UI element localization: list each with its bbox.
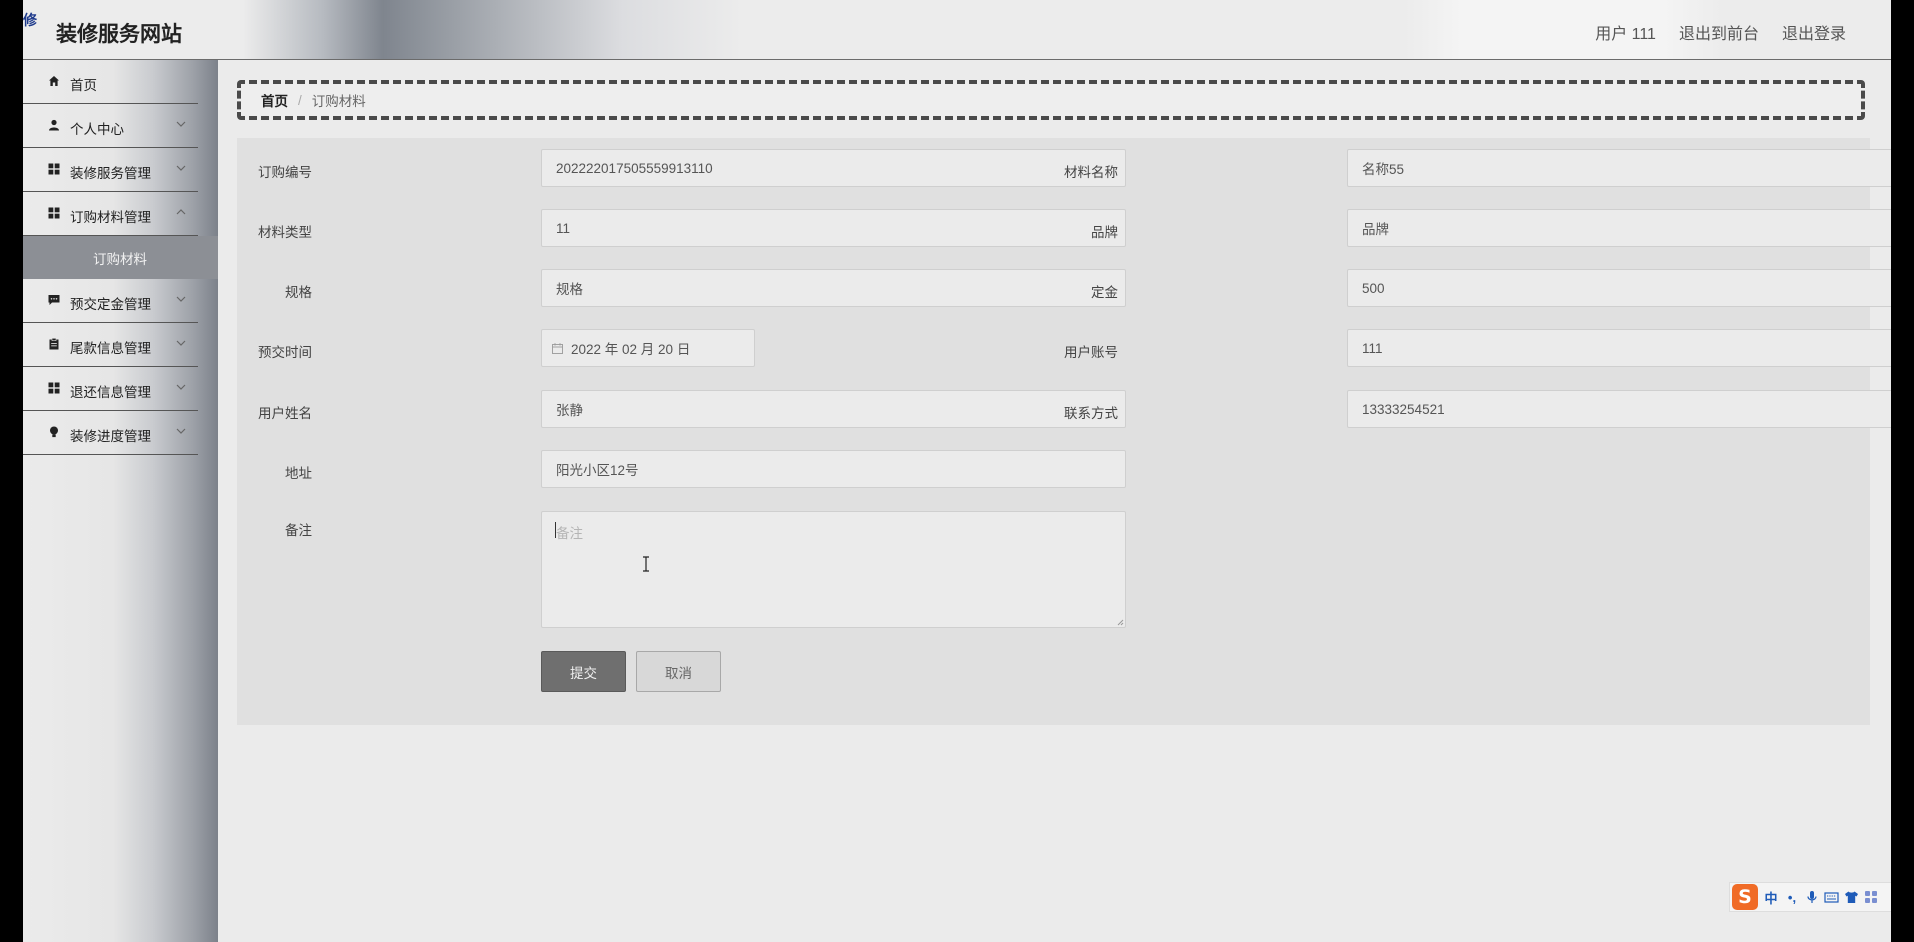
- keyboard-icon[interactable]: [1824, 890, 1839, 904]
- user-icon: [49, 119, 59, 131]
- ime-punctuation-toggle[interactable]: •,: [1784, 890, 1800, 905]
- deposit-label: 定金: [1091, 285, 1118, 300]
- address-label: 地址: [285, 466, 312, 481]
- sidebar-item-personal-center[interactable]: 个人中心: [23, 104, 198, 148]
- chevron-down-icon: [176, 428, 186, 434]
- sidebar-item-final-payment[interactable]: 尾款信息管理: [23, 323, 198, 367]
- text-cursor-icon: [643, 556, 649, 572]
- contact-label: 联系方式: [1064, 406, 1118, 421]
- home-icon: [49, 76, 59, 86]
- toolbox-grid-icon[interactable]: [1864, 890, 1878, 904]
- top-header: 智修 装修服务网站 用户 111 退出到前台 退出登录: [23, 0, 1891, 60]
- material-name-field[interactable]: 名称55: [1347, 149, 1891, 187]
- app-window: 智修 装修服务网站 用户 111 退出到前台 退出登录 首页 个人中心 装修服务…: [23, 0, 1891, 942]
- clipboard-icon: [49, 338, 59, 350]
- sidebar-item-label: 尾款信息管理: [70, 341, 151, 356]
- sidebar-item-material-order[interactable]: 订购材料管理: [23, 192, 198, 236]
- bulb-icon: [50, 426, 58, 438]
- breadcrumb-home-link[interactable]: 首页: [261, 90, 288, 110]
- sidebar-item-progress[interactable]: 装修进度管理: [23, 411, 198, 455]
- address-field[interactable]: 阳光小区12号: [541, 450, 1126, 488]
- order-no-label: 订购编号: [258, 165, 312, 180]
- cancel-button[interactable]: 取消: [636, 651, 721, 692]
- sidebar-menu: 首页 个人中心 装修服务管理 订购材料管理 订购材料 预交定金管理 尾款信息管理…: [23, 60, 218, 455]
- logout-link[interactable]: 退出登录: [1782, 20, 1846, 44]
- sidebar-item-label: 退还信息管理: [70, 385, 151, 400]
- chevron-down-icon: [176, 340, 186, 346]
- sidebar-item-label: 装修服务管理: [70, 166, 151, 181]
- grid-icon: [48, 207, 60, 219]
- remark-textarea[interactable]: 备注: [541, 511, 1126, 628]
- ime-mode-toggle[interactable]: 中: [1763, 888, 1779, 907]
- site-title: 装修服务网站: [56, 23, 182, 46]
- remark-label: 备注: [285, 523, 312, 538]
- grid-icon: [48, 382, 60, 394]
- material-type-label: 材料类型: [258, 225, 312, 240]
- screen-edge: [1891, 0, 1914, 942]
- skin-shirt-icon[interactable]: [1844, 890, 1859, 904]
- back-to-frontend-link[interactable]: 退出到前台: [1679, 20, 1759, 44]
- order-form: 订购编号 202222017505559913110 材料名称 名称55 材料类…: [237, 138, 1891, 725]
- sidebar-item-label: 订购材料管理: [70, 210, 151, 225]
- calendar-icon: [552, 342, 563, 354]
- grid-icon: [48, 163, 60, 175]
- text-caret: [555, 522, 556, 538]
- sidebar-item-label: 装修进度管理: [70, 429, 151, 444]
- spec-label: 规格: [285, 285, 312, 300]
- header-links: 用户 111 退出到前台 退出登录: [1595, 20, 1846, 44]
- user-account-label: 用户账号: [1064, 345, 1118, 360]
- ime-toolbar: S 中 •,: [1729, 882, 1891, 912]
- site-logo: 智修: [23, 13, 37, 29]
- chevron-down-icon: [176, 121, 186, 127]
- breadcrumb: 首页 / 订购材料: [237, 80, 1865, 120]
- microphone-icon[interactable]: [1805, 890, 1819, 904]
- user-account-field[interactable]: 111: [1347, 329, 1891, 367]
- chevron-up-icon: [176, 209, 186, 215]
- sidebar-item-label: 预交定金管理: [70, 297, 151, 312]
- sidebar-item-label: 首页: [70, 78, 97, 93]
- remark-placeholder: 备注: [556, 526, 583, 541]
- sidebar-item-refund[interactable]: 退还信息管理: [23, 367, 198, 411]
- deposit-field[interactable]: 500: [1347, 269, 1891, 307]
- prepay-time-value: 2022 年 02 月 20 日: [571, 342, 691, 357]
- contact-field[interactable]: 13333254521: [1347, 390, 1891, 428]
- chevron-down-icon: [176, 165, 186, 171]
- brand-field[interactable]: 品牌: [1347, 209, 1891, 247]
- submit-button[interactable]: 提交: [541, 651, 626, 692]
- user-name-label: 用户姓名: [258, 406, 312, 421]
- sidebar-item-decoration-service[interactable]: 装修服务管理: [23, 148, 198, 192]
- breadcrumb-separator: /: [298, 92, 302, 108]
- sogou-logo-icon[interactable]: S: [1732, 884, 1758, 910]
- material-name-label: 材料名称: [1064, 165, 1118, 180]
- sidebar-item-deposit[interactable]: 预交定金管理: [23, 279, 198, 323]
- message-icon: [48, 295, 60, 305]
- sidebar-subitem-material-order[interactable]: 订购材料: [23, 236, 218, 279]
- sidebar: 首页 个人中心 装修服务管理 订购材料管理 订购材料 预交定金管理 尾款信息管理…: [23, 60, 218, 942]
- chevron-down-icon: [176, 384, 186, 390]
- resize-grip-icon[interactable]: [1116, 618, 1124, 626]
- prepay-time-datepicker[interactable]: 2022 年 02 月 20 日: [541, 329, 755, 367]
- breadcrumb-current: 订购材料: [311, 94, 366, 109]
- sidebar-item-home[interactable]: 首页: [23, 60, 198, 104]
- current-user-link[interactable]: 用户 111: [1595, 20, 1656, 44]
- sidebar-item-label: 个人中心: [70, 122, 124, 137]
- chevron-down-icon: [176, 296, 186, 302]
- brand-label: 品牌: [1091, 225, 1118, 240]
- prepay-time-label: 预交时间: [258, 345, 312, 360]
